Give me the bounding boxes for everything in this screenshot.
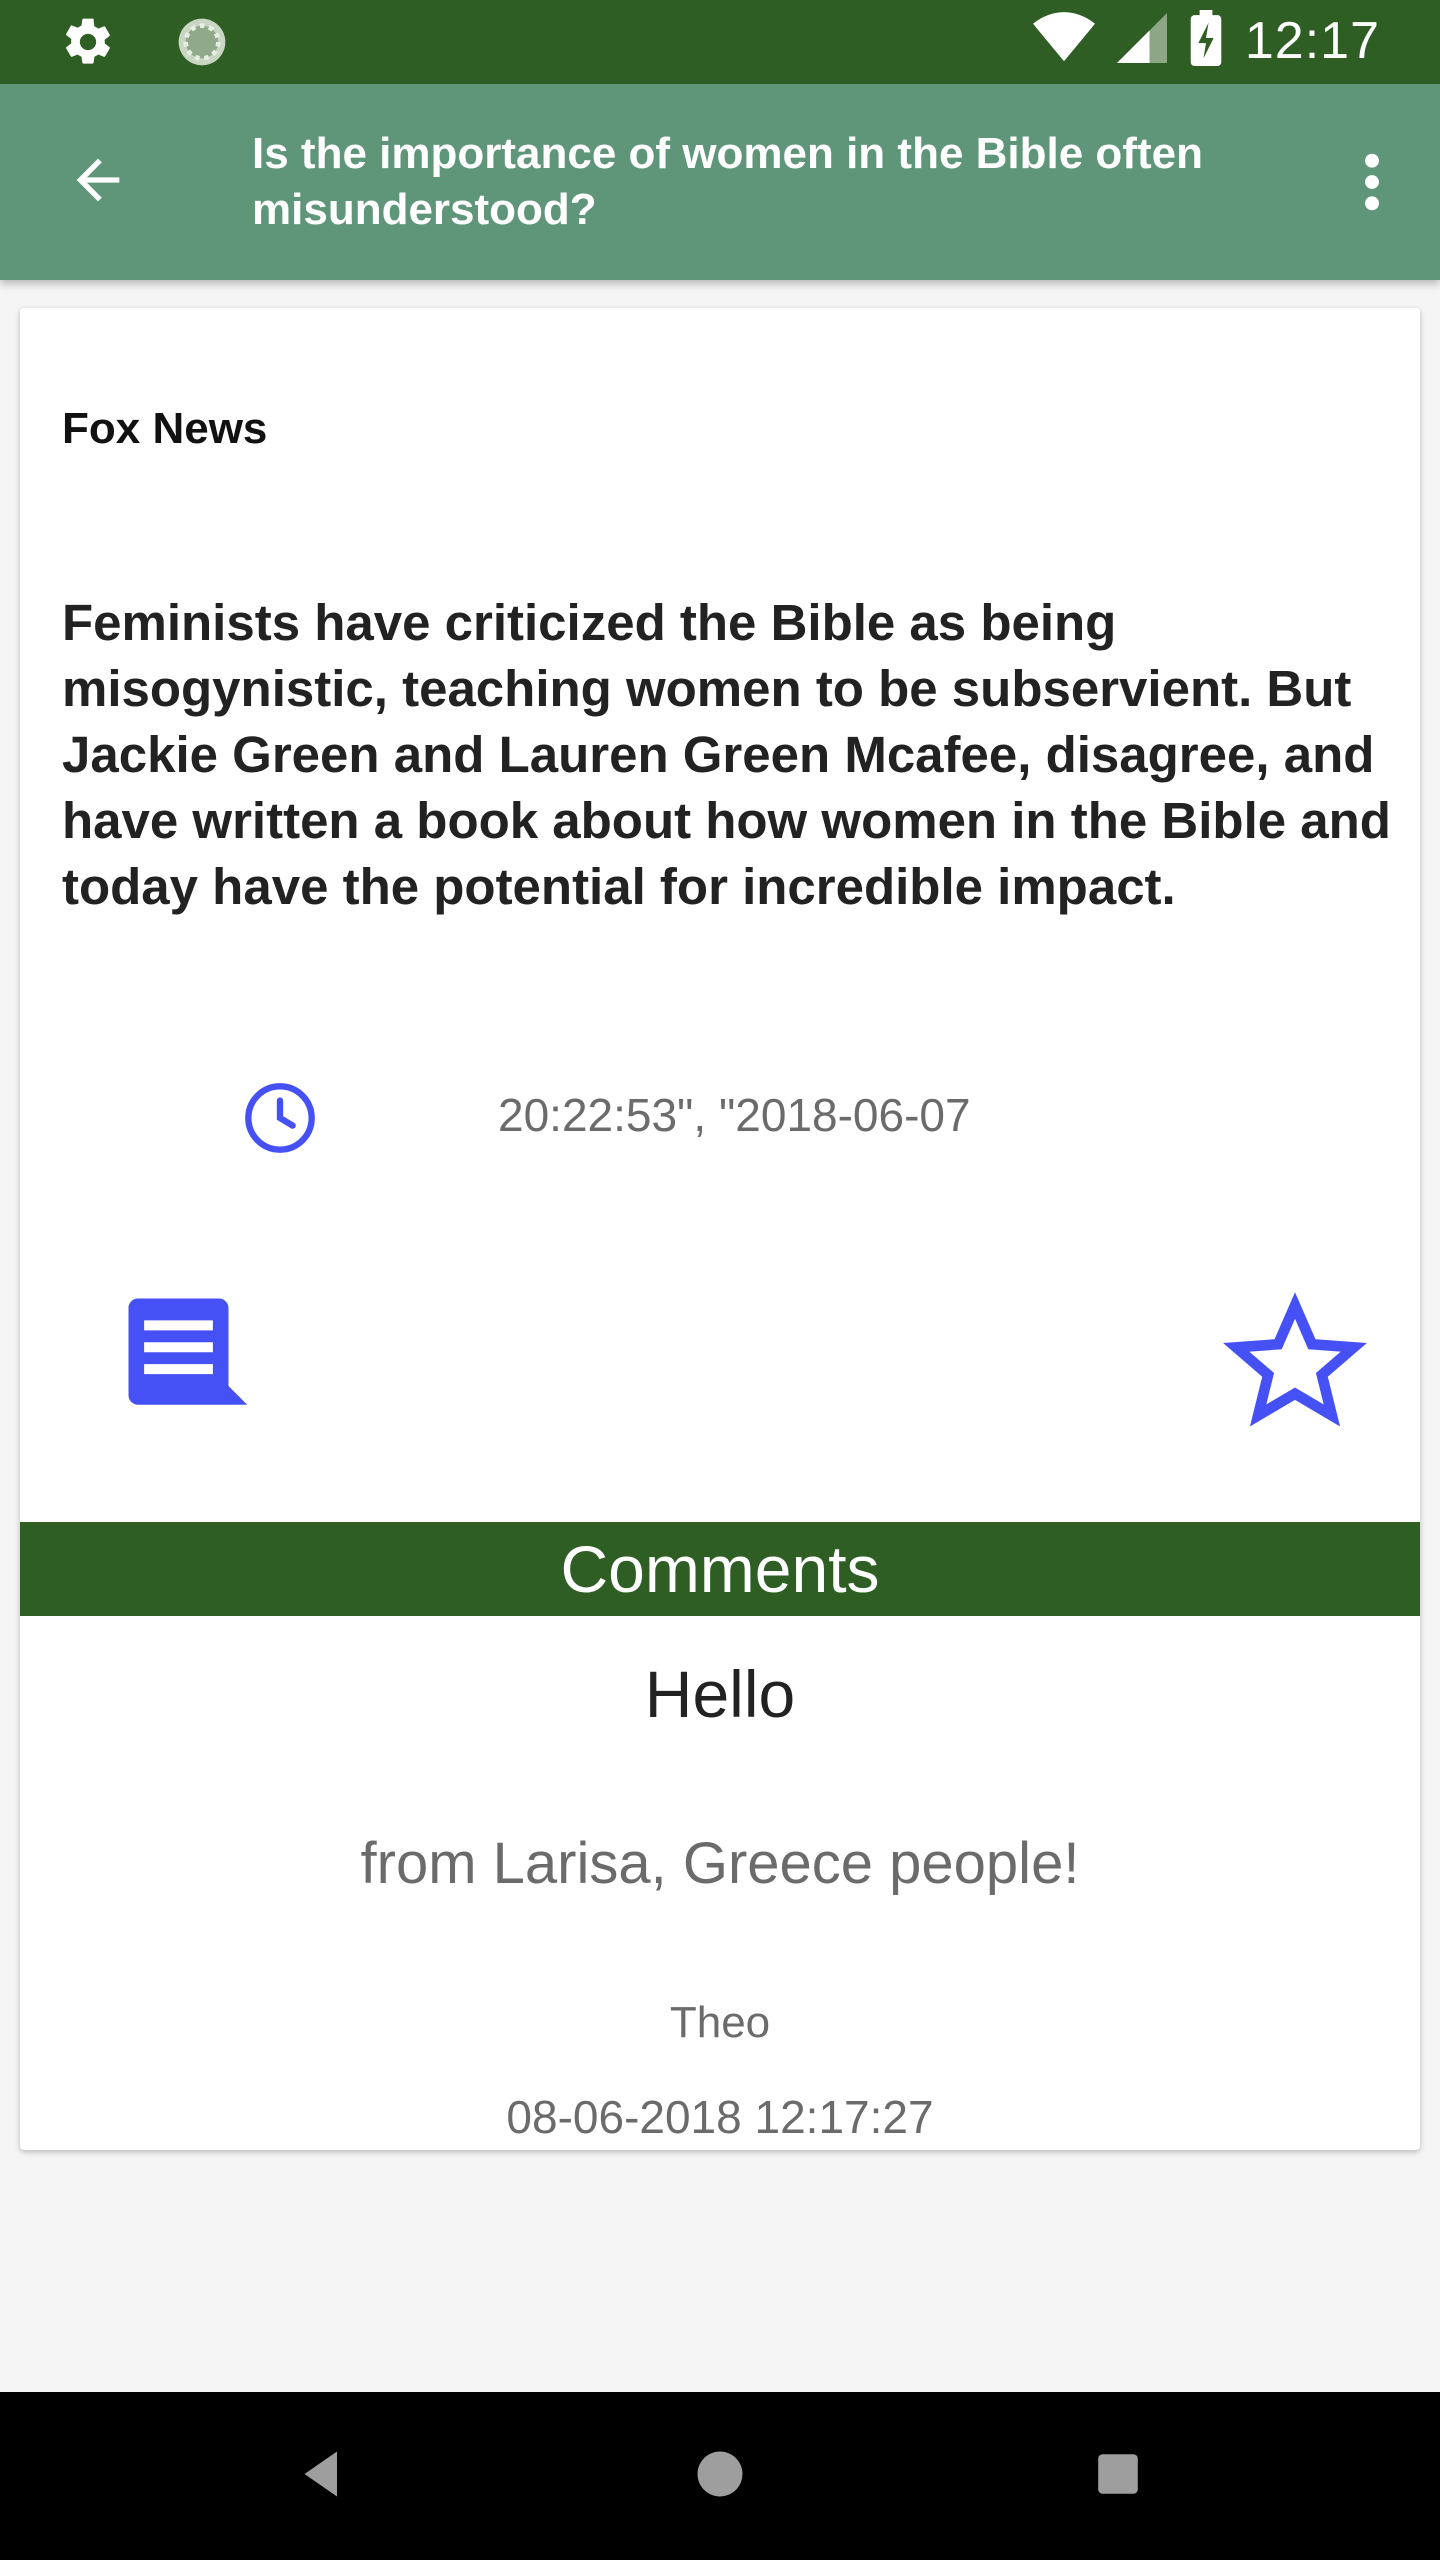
battery-charging-icon xyxy=(1189,10,1223,71)
sync-icon xyxy=(174,14,230,75)
nav-recents-button[interactable] xyxy=(1078,2436,1158,2516)
gear-icon xyxy=(60,14,116,75)
favorite-button[interactable] xyxy=(1220,1288,1370,1438)
system-nav-bar xyxy=(0,2392,1440,2560)
comment-author: Theo xyxy=(669,1998,771,2047)
back-triangle-icon xyxy=(297,2449,347,2504)
comment-title: Hello xyxy=(644,1657,796,1731)
comment-icon xyxy=(116,1298,266,1440)
more-vert-icon xyxy=(1362,150,1382,219)
comments-header: Comments xyxy=(20,1522,1420,1616)
article-source: Fox News xyxy=(62,404,268,453)
arrow-back-icon xyxy=(66,148,130,217)
nav-home-button[interactable] xyxy=(680,2436,760,2516)
cell-signal-icon xyxy=(1116,12,1167,69)
comment-body: from Larisa, Greece people! xyxy=(360,1831,1080,1896)
wifi-icon xyxy=(1032,12,1095,69)
more-options-button[interactable] xyxy=(1344,144,1400,224)
home-circle-icon xyxy=(695,2449,745,2504)
comment-button[interactable] xyxy=(116,1286,266,1436)
article-summary: Feminists have criticized the Bible as b… xyxy=(62,594,1391,915)
page-title: Is the importance of women in the Bible … xyxy=(252,129,1203,234)
clock-icon xyxy=(242,1080,318,1156)
back-button[interactable] xyxy=(60,144,136,220)
nav-back-button[interactable] xyxy=(282,2436,362,2516)
app-bar: Is the importance of women in the Bible … xyxy=(0,84,1440,280)
status-time: 12:17 xyxy=(1244,11,1380,70)
article-card: Fox News Feminists have criticized the B… xyxy=(20,308,1420,2150)
comment-date: 08-06-2018 12:17:27 xyxy=(506,2091,934,2143)
recents-square-icon xyxy=(1096,2452,1140,2501)
status-bar: 12:17 xyxy=(0,0,1440,84)
star-outline-icon xyxy=(1220,1292,1370,1442)
article-timestamp: 20:22:53", "2018-06-07 xyxy=(498,1089,971,1141)
